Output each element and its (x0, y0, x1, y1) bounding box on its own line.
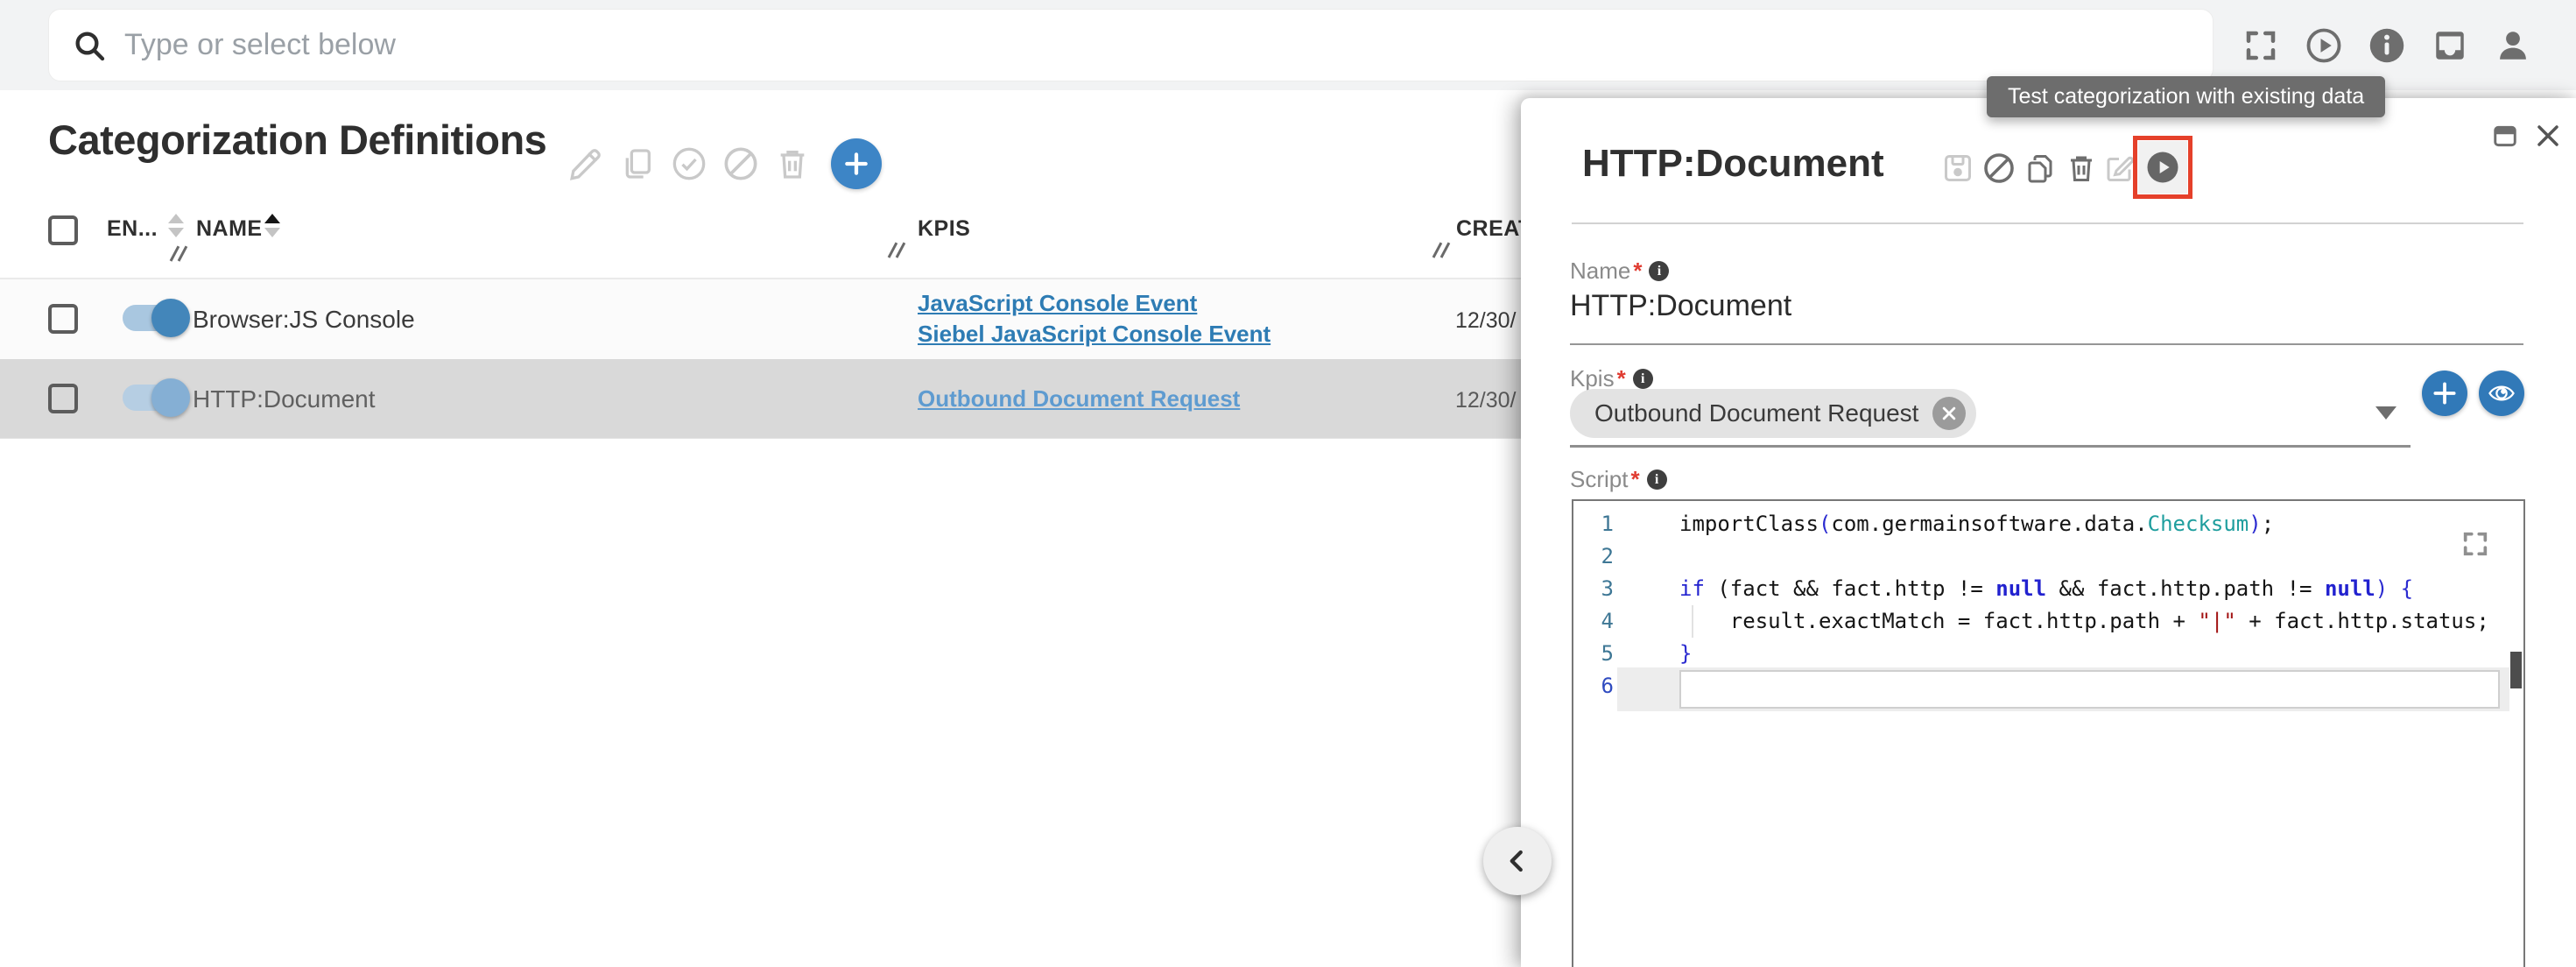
enable-icon[interactable] (671, 145, 707, 182)
info-icon[interactable]: i (1647, 469, 1667, 490)
row-name: HTTP:Document (193, 385, 376, 413)
script-field-label: Script* i (1570, 466, 1667, 493)
editor-fullscreen-icon[interactable] (2460, 529, 2490, 559)
name-input-underline (1570, 343, 2523, 345)
row-name: Browser:JS Console (193, 306, 415, 334)
line-number: 1 (1573, 508, 1614, 540)
editor-scrollbar-thumb[interactable] (2510, 652, 2522, 688)
column-header-enabled[interactable]: EN... (107, 216, 158, 242)
code-line: } (1679, 638, 1692, 670)
info-icon[interactable]: i (1649, 261, 1669, 281)
created-date: 12/30/ (1455, 388, 1517, 413)
info-icon[interactable] (2368, 26, 2406, 65)
edit-icon[interactable] (567, 145, 604, 182)
line-number: 4 (1573, 605, 1614, 638)
delete-icon[interactable] (2065, 152, 2098, 185)
enabled-toggle[interactable] (123, 305, 184, 331)
chip-remove-icon[interactable] (1932, 397, 1966, 430)
kpi-link[interactable]: Outbound Document Request (918, 384, 1240, 414)
column-resize-handle[interactable] (1432, 242, 1452, 259)
delete-icon[interactable] (774, 145, 811, 182)
line-number: 3 (1573, 573, 1614, 605)
chevron-left-icon (1504, 848, 1531, 874)
kpi-link[interactable]: JavaScript Console Event (918, 288, 1270, 319)
play-icon (2145, 150, 2180, 185)
name-field-label: Name* i (1570, 258, 1669, 285)
detail-panel: HTTP:Document Name* i HTTP:Document Kpis… (1521, 98, 2576, 967)
run-icon[interactable] (2305, 26, 2343, 65)
list-toolbar (567, 138, 882, 189)
column-header-name[interactable]: NAME (196, 216, 263, 242)
inbox-icon[interactable] (2431, 26, 2469, 65)
enabled-toggle[interactable] (123, 385, 184, 411)
column-header-kpis[interactable]: KPIS (918, 216, 970, 242)
add-button[interactable] (831, 138, 882, 189)
kpi-chip: Outbound Document Request (1570, 389, 1976, 438)
row-checkbox[interactable] (48, 304, 78, 334)
global-search[interactable] (48, 9, 2214, 81)
test-categorization-button[interactable] (2138, 141, 2187, 194)
kpis-input-underline (1570, 445, 2411, 448)
search-input[interactable] (124, 28, 2051, 62)
code-line: if (fact && fact.http != null && fact.ht… (1679, 573, 2413, 605)
name-input[interactable]: HTTP:Document (1570, 289, 1791, 323)
test-highlight-box (2133, 136, 2192, 199)
expand-panel-icon[interactable] (2491, 124, 2519, 148)
profile-icon[interactable] (2494, 26, 2532, 65)
fullscreen-icon[interactable] (2242, 26, 2280, 65)
toggle-knob (151, 378, 190, 417)
tooltip: Test categorization with existing data (1987, 76, 2385, 117)
line-number: 2 (1573, 540, 1614, 573)
info-icon[interactable]: i (1633, 369, 1653, 389)
save-icon[interactable] (1941, 152, 1974, 185)
panel-divider (1572, 222, 2523, 224)
select-all-checkbox[interactable] (48, 215, 78, 245)
app-window: Categorization Definitions EN... NAME KP… (0, 0, 2576, 967)
panel-title: HTTP:Document (1582, 142, 1884, 186)
close-icon[interactable] (2535, 123, 2561, 149)
script-code-editor[interactable]: 1 2 3 4 5 6 importClass(com.germainsoftw… (1572, 499, 2525, 967)
column-resize-handle[interactable] (888, 242, 907, 259)
kpi-link[interactable]: Siebel JavaScript Console Event (918, 319, 1270, 349)
search-icon (72, 28, 107, 63)
collapse-panel-button[interactable] (1483, 827, 1552, 895)
duplicate-icon[interactable] (619, 145, 656, 182)
kpis-dropdown-caret[interactable] (2375, 406, 2397, 420)
sort-control-name[interactable] (264, 214, 280, 237)
edit-icon[interactable] (2102, 152, 2136, 185)
add-kpi-button[interactable] (2422, 371, 2467, 416)
disable-icon[interactable] (1982, 152, 2016, 185)
code-line: importClass(com.germainsoftware.data.Che… (1679, 508, 2274, 540)
code-line: result.exactMatch = fact.http.path + "|"… (1679, 605, 2489, 638)
sort-control-enabled[interactable] (168, 214, 184, 237)
line-number-active: 6 (1573, 670, 1614, 702)
toggle-knob (151, 299, 190, 337)
view-kpi-button[interactable] (2479, 371, 2524, 416)
row-checkbox[interactable] (48, 384, 78, 413)
column-resize-handle[interactable] (170, 245, 189, 263)
kpi-chip-label: Outbound Document Request (1594, 399, 1918, 427)
page-title: Categorization Definitions (48, 116, 546, 164)
duplicate-icon[interactable] (2023, 152, 2057, 185)
active-line-box (1679, 670, 2500, 709)
line-number: 5 (1573, 638, 1614, 670)
disable-icon[interactable] (722, 145, 759, 182)
created-date: 12/30/ (1455, 308, 1517, 334)
